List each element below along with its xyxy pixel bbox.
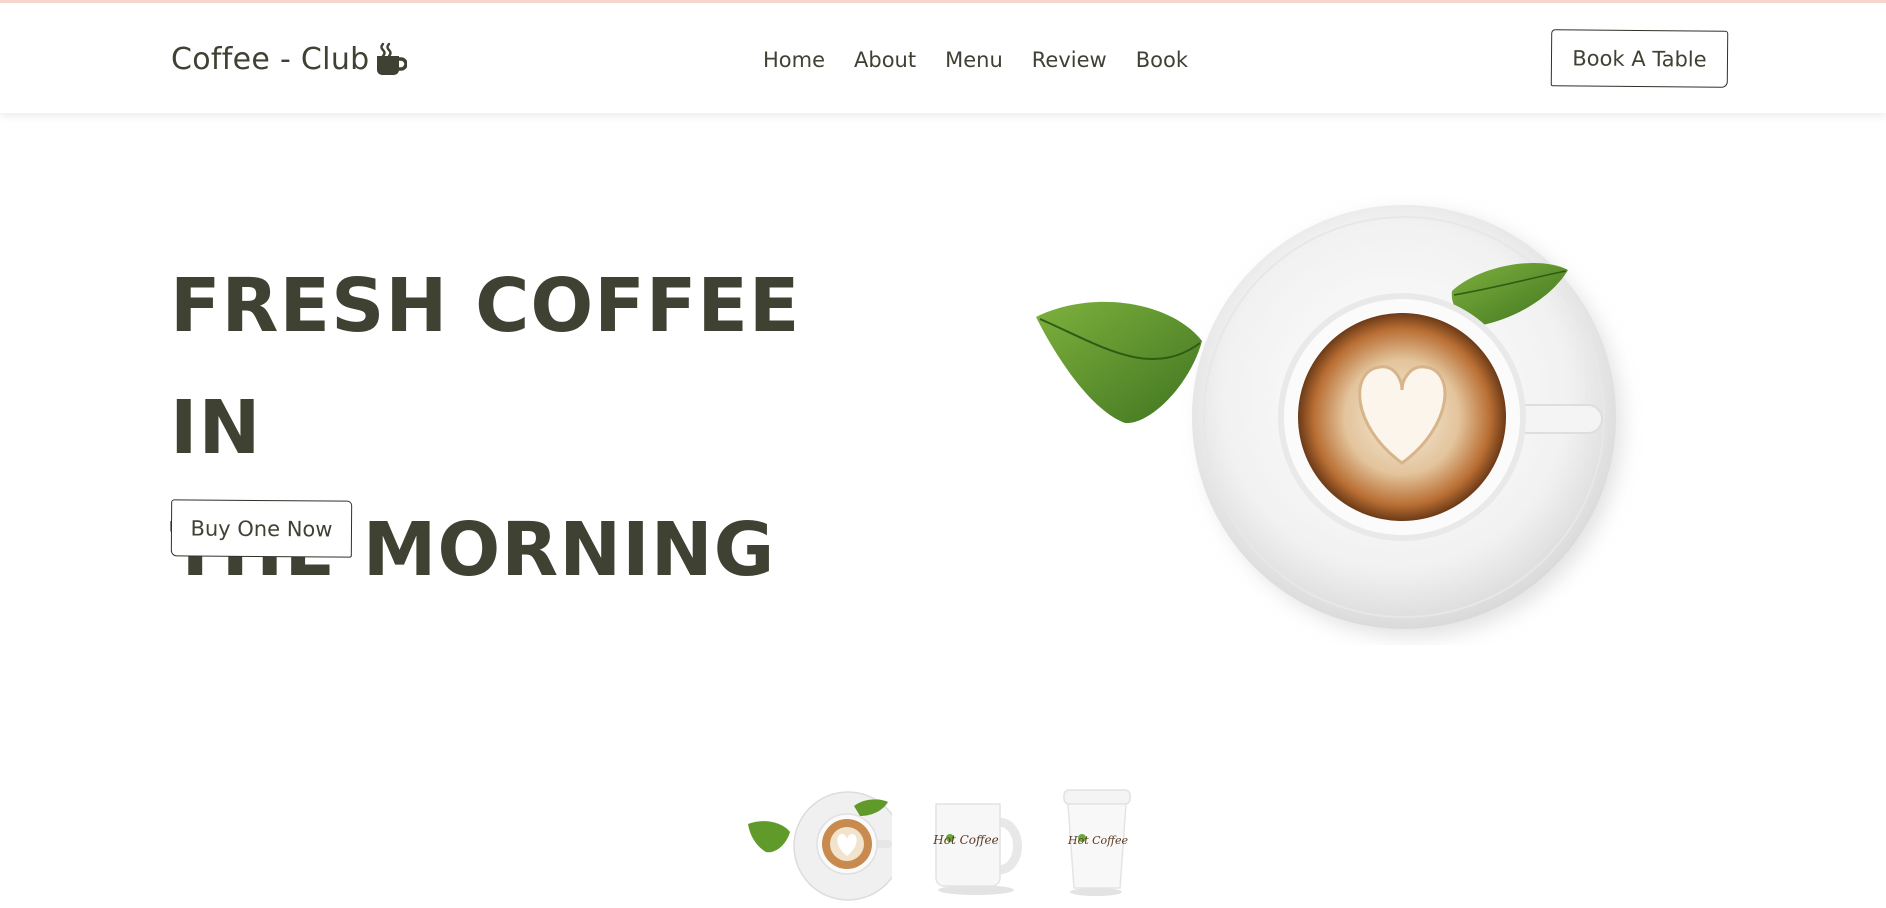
hot-coffee-mug-label: Hot Coffee <box>932 833 998 847</box>
latte-cup-thumb[interactable] <box>746 784 892 902</box>
coffee-mug-icon <box>377 42 408 75</box>
nav-review[interactable]: Review <box>1032 43 1107 77</box>
nav-home[interactable]: Home <box>763 43 825 77</box>
nav-menu[interactable]: Menu <box>945 43 1003 77</box>
main-nav: Home About Menu Review Book <box>763 43 1188 77</box>
hot-coffee-takeaway-cup-thumb[interactable]: Hot Coffee <box>1058 784 1138 898</box>
product-thumbnails: Hot Coffee Hot Coffee <box>740 780 1140 908</box>
logo[interactable]: Coffee - Club <box>171 39 408 79</box>
hot-coffee-cup-label: Hot Coffee <box>1067 834 1128 847</box>
hero-title-line-1: FRESH COFFEE IN <box>170 263 801 471</box>
buy-one-now-button[interactable]: Buy One Now <box>170 499 353 558</box>
nav-book[interactable]: Book <box>1136 43 1188 77</box>
hot-coffee-mug-thumb[interactable]: Hot Coffee <box>926 792 1032 896</box>
latte-cup-image <box>1036 205 1622 637</box>
logo-text: Coffee - Club <box>171 41 370 77</box>
nav-about[interactable]: About <box>854 43 916 77</box>
book-a-table-button[interactable]: Book A Table <box>1550 29 1729 88</box>
site-header: Coffee - Club Home About Menu Review Boo… <box>0 3 1886 113</box>
